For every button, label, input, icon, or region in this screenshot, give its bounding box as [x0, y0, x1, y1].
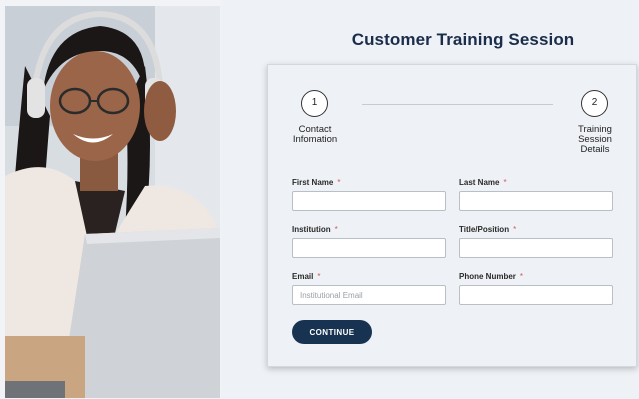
last-name-label-text: Last Name [459, 178, 500, 187]
form-panel: Customer Training Session 1 Contact Info… [221, 0, 639, 399]
first-name-label-text: First Name [292, 178, 334, 187]
required-mark: * [334, 225, 338, 234]
step-1-label: Contact Infomation [286, 125, 344, 145]
step-2-label-line-3: Details [580, 144, 610, 155]
email-input[interactable] [292, 285, 446, 305]
step-2-circle[interactable]: 2 [581, 90, 608, 117]
email-label-text: Email [292, 272, 314, 281]
email-label: Email * [292, 272, 320, 281]
last-name-input[interactable] [459, 191, 613, 211]
title-position-input[interactable] [459, 238, 613, 258]
phone-number-label: Phone Number * [459, 272, 523, 281]
last-name-label: Last Name * [459, 178, 507, 187]
institution-input[interactable] [292, 238, 446, 258]
required-mark: * [317, 272, 321, 281]
phone-number-label-text: Phone Number [459, 272, 516, 281]
institution-label-text: Institution [292, 225, 331, 234]
required-mark: * [337, 178, 341, 187]
title-position-label: Title/Position * [459, 225, 516, 234]
hero-photo [5, 6, 220, 398]
step-connector-line [362, 104, 553, 105]
title-position-label-text: Title/Position [459, 225, 510, 234]
page-title: Customer Training Session [351, 30, 575, 49]
first-name-input[interactable] [292, 191, 446, 211]
step-2-label: Training Session Details [568, 125, 622, 155]
step-1-label-line-2: Infomation [292, 134, 338, 145]
step-1-circle[interactable]: 1 [301, 90, 328, 117]
required-mark: * [519, 272, 524, 281]
required-mark: * [513, 225, 517, 234]
institution-label: Institution * [292, 225, 338, 234]
continue-button[interactable]: CONTINUE [292, 320, 372, 344]
first-name-label: First Name * [292, 178, 340, 187]
registration-card: 1 Contact Infomation 2 Training Session … [267, 64, 637, 367]
required-mark: * [503, 178, 507, 187]
phone-number-input[interactable] [459, 285, 613, 305]
